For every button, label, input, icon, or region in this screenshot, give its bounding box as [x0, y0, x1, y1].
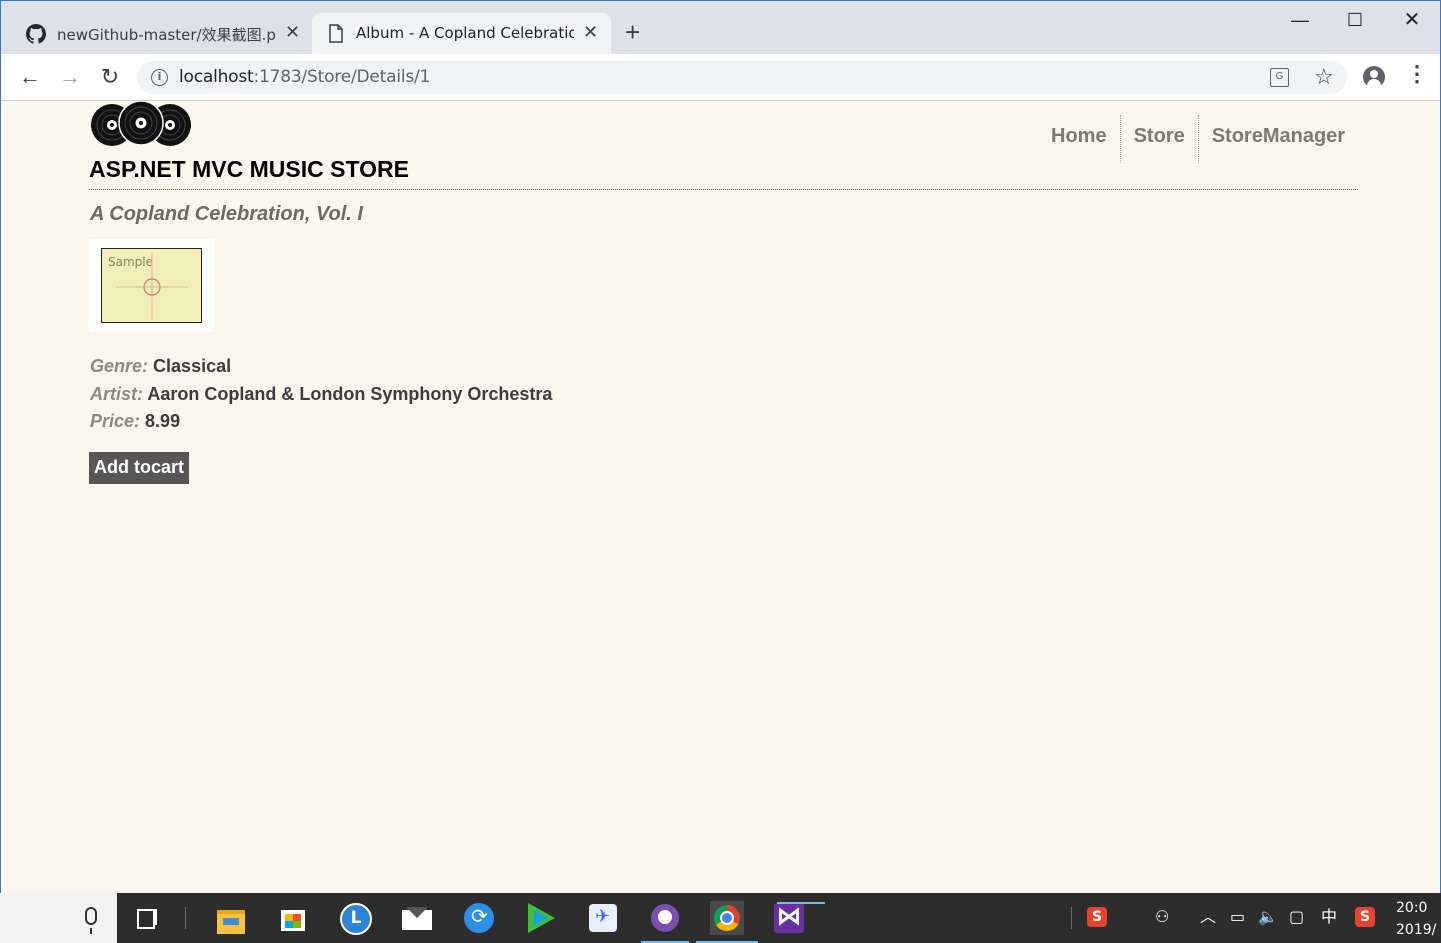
- new-tab-icon[interactable]: +: [625, 19, 640, 45]
- github-desktop-icon[interactable]: [641, 901, 689, 943]
- add-to-cart-button[interactable]: Add tocart: [89, 452, 189, 484]
- taskbar: S ⚇ ︿ ▭ 🔈 ▢ 中 S 20:0 2019/: [0, 893, 1441, 943]
- album-art: Sample: [101, 248, 202, 323]
- info-icon[interactable]: i: [151, 69, 168, 86]
- clock-date: 2019/: [1396, 922, 1437, 938]
- tab-title: Album - A Copland Celebration, Vol. I: [356, 24, 574, 42]
- artist-value: Aaron Copland & London Symphony Orchestr…: [147, 384, 553, 404]
- taskbar-separator: [1071, 907, 1072, 929]
- file-explorer-icon[interactable]: [214, 901, 248, 935]
- bird-app-icon[interactable]: [586, 901, 620, 935]
- page-icon: [329, 24, 343, 43]
- price-value: 8.99: [145, 411, 181, 431]
- maximize-icon[interactable]: ☐: [1344, 9, 1366, 31]
- reload-icon[interactable]: ↻: [97, 64, 123, 90]
- video-player-icon[interactable]: [524, 901, 558, 935]
- people-icon[interactable]: ⚇: [1155, 907, 1169, 927]
- ime-icon[interactable]: 中: [1321, 907, 1337, 927]
- artist-label: Artist:: [90, 384, 143, 404]
- battery-icon[interactable]: ▭: [1230, 907, 1245, 927]
- url-path: :1783/Store/Details/1: [253, 67, 431, 87]
- chevron-up-icon[interactable]: ︿: [1200, 907, 1216, 927]
- browser-toolbar: ← → ↻ i localhost:1783/Store/Details/1 G…: [1, 54, 1440, 101]
- minimize-icon[interactable]: —: [1289, 9, 1311, 31]
- task-view-icon[interactable]: [132, 901, 166, 935]
- url-text[interactable]: localhost:1783/Store/Details/1: [179, 67, 430, 87]
- github-icon: [26, 24, 46, 44]
- price-label: Price:: [90, 411, 141, 431]
- vinyl-records-logo[interactable]: [90, 101, 192, 150]
- crosshair-icon: [116, 253, 188, 319]
- address-bar[interactable]: i localhost:1783/Store/Details/1 G ☆: [137, 61, 1347, 94]
- back-arrow-icon[interactable]: ←: [17, 64, 43, 90]
- taskbar-separator: [185, 907, 186, 929]
- translate-icon[interactable]: G: [1270, 68, 1289, 87]
- header-divider: [89, 189, 1358, 190]
- menu-icon[interactable]: ⋮: [1406, 63, 1428, 85]
- profile-icon[interactable]: [1363, 66, 1385, 88]
- chrome-icon[interactable]: [696, 901, 758, 943]
- tab-album[interactable]: Album - A Copland Celebration, Vol. I ✕: [312, 13, 611, 54]
- album-title: A Copland Celebration, Vol. I: [90, 203, 363, 225]
- tab-title: newGithub-master/效果截图.png: [57, 26, 277, 44]
- clock-time: 20:0: [1396, 900, 1428, 916]
- mail-icon[interactable]: [400, 901, 434, 935]
- l-app-icon[interactable]: [338, 901, 372, 935]
- feishu-icon[interactable]: [462, 901, 496, 935]
- artist-row: Artist: Aaron Copland & London Symphony …: [90, 384, 552, 405]
- genre-label: Genre:: [90, 356, 149, 376]
- price-row: Price: 8.99: [90, 411, 180, 432]
- nav-store[interactable]: Store: [1119, 115, 1198, 163]
- microsoft-store-icon[interactable]: [276, 901, 310, 935]
- page-viewport: ASP.NET MVC MUSIC STORE Home Store Store…: [2, 101, 1440, 893]
- store-title[interactable]: ASP.NET MVC MUSIC STORE: [89, 156, 409, 183]
- microphone-icon[interactable]: [85, 907, 97, 934]
- volume-icon[interactable]: 🔈: [1258, 907, 1278, 927]
- close-icon[interactable]: ✕: [285, 22, 300, 43]
- github-cat-icon: [658, 910, 672, 924]
- sogou-icon[interactable]: S: [1087, 907, 1107, 927]
- network-icon[interactable]: ▢: [1289, 907, 1304, 927]
- visual-studio-icon[interactable]: [772, 901, 825, 935]
- main-nav: Home Store StoreManager: [1036, 115, 1358, 163]
- chrome-center-icon: [720, 911, 734, 925]
- close-window-icon[interactable]: ✕: [1401, 9, 1423, 31]
- tab-github[interactable]: newGithub-master/效果截图.png ✕: [15, 13, 305, 54]
- nav-home[interactable]: Home: [1036, 115, 1120, 163]
- search-area[interactable]: [0, 893, 117, 943]
- album-art-frame: Sample: [89, 239, 214, 332]
- tab-strip: newGithub-master/效果截图.png ✕ Album - A Co…: [1, 1, 1440, 54]
- sogou-ime-icon[interactable]: S: [1355, 907, 1375, 927]
- close-icon[interactable]: ✕: [583, 22, 598, 43]
- genre-row: Genre: Classical: [90, 356, 231, 377]
- nav-store-manager[interactable]: StoreManager: [1197, 115, 1358, 163]
- forward-arrow-icon[interactable]: →: [57, 64, 83, 90]
- star-icon[interactable]: ☆: [1314, 64, 1334, 90]
- clock[interactable]: 20:0 2019/: [1396, 897, 1436, 941]
- url-host: localhost: [179, 67, 254, 87]
- browser-window: newGithub-master/效果截图.png ✕ Album - A Co…: [0, 0, 1441, 893]
- genre-value: Classical: [153, 356, 232, 376]
